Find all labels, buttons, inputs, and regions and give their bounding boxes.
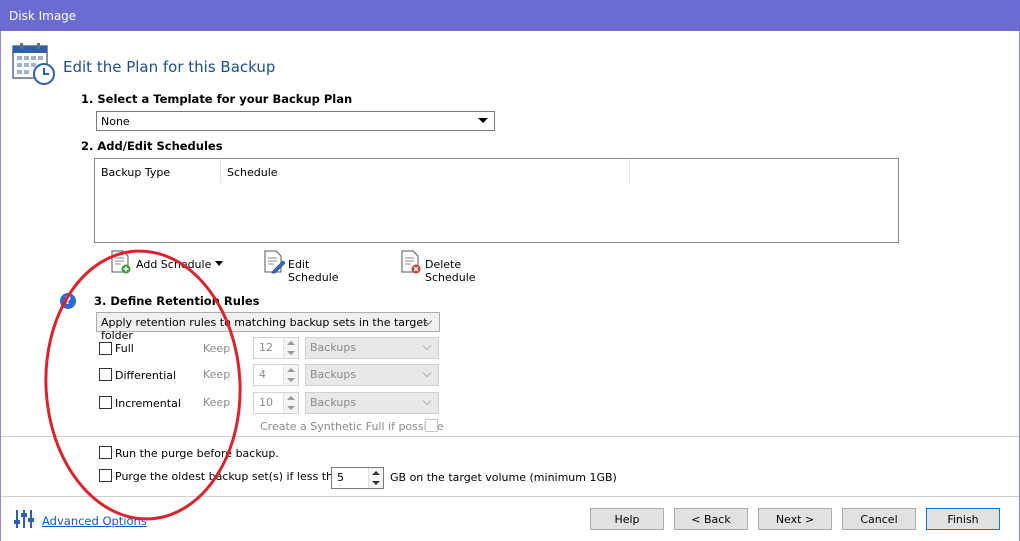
incremental-unit-dropdown[interactable]: Backups xyxy=(305,392,439,414)
cancel-button[interactable]: Cancel xyxy=(842,508,916,530)
schedules-list[interactable]: Backup Type Schedule xyxy=(94,158,899,243)
template-dropdown[interactable]: None xyxy=(96,111,495,131)
differential-keep-stepper[interactable]: 4 xyxy=(253,364,299,386)
differential-unit-selected: Backups xyxy=(310,368,357,381)
differential-keep-label: Keep xyxy=(203,368,231,381)
next-button[interactable]: Next > xyxy=(758,508,832,530)
retention-mode-dropdown[interactable]: Apply retention rules to matching backup… xyxy=(96,312,440,342)
sliders-icon xyxy=(14,510,34,528)
page-title: Edit the Plan for this Backup xyxy=(63,58,276,76)
edit-document-icon xyxy=(264,250,286,274)
add-schedule-label: Add Schedule xyxy=(136,258,212,271)
dropdown-arrow-icon xyxy=(478,118,488,123)
incremental-keep-value: 10 xyxy=(259,396,273,409)
purge-oldest-stepper[interactable]: 5 xyxy=(331,467,384,489)
incremental-checkbox[interactable] xyxy=(99,396,112,409)
edit-schedule-label: Edit Schedule xyxy=(288,258,339,284)
full-unit-selected: Backups xyxy=(310,341,357,354)
divider xyxy=(1,496,1019,497)
run-purge-before-checkbox[interactable] xyxy=(99,446,112,459)
add-document-icon xyxy=(111,250,131,274)
schedules-section-label: 2. Add/Edit Schedules xyxy=(81,139,223,153)
full-keep-stepper[interactable]: 12 xyxy=(253,337,299,359)
incremental-unit-selected: Backups xyxy=(310,396,357,409)
finish-button[interactable]: Finish xyxy=(926,508,1000,530)
retention-section-label: 3. Define Retention Rules xyxy=(94,294,260,308)
advanced-options-link[interactable]: Advanced Options xyxy=(42,514,147,528)
synthetic-full-checkbox[interactable] xyxy=(425,419,438,432)
chevron-down-icon xyxy=(422,396,432,406)
full-keep-label: Keep xyxy=(203,342,231,355)
up-arrow-icon[interactable] xyxy=(287,341,295,345)
full-label: Full xyxy=(115,342,134,355)
down-arrow-icon[interactable] xyxy=(287,351,295,355)
help-icon[interactable]: ? xyxy=(60,293,76,309)
back-button[interactable]: < Back xyxy=(674,508,748,530)
full-unit-dropdown[interactable]: Backups xyxy=(305,337,439,359)
run-purge-before-label: Run the purge before backup. xyxy=(115,447,279,460)
differential-label: Differential xyxy=(115,369,177,382)
full-keep-value: 12 xyxy=(259,341,273,354)
delete-schedule-label: Delete Schedule xyxy=(425,258,476,284)
purge-oldest-checkbox[interactable] xyxy=(99,469,112,482)
caret-down-icon[interactable] xyxy=(215,261,223,266)
differential-checkbox[interactable] xyxy=(99,368,112,381)
delete-schedule-button[interactable]: Delete Schedule xyxy=(399,250,509,284)
up-arrow-icon[interactable] xyxy=(372,471,380,475)
down-arrow-icon[interactable] xyxy=(372,481,380,485)
chevron-down-icon xyxy=(422,368,432,378)
down-arrow-icon[interactable] xyxy=(287,406,295,410)
up-arrow-icon[interactable] xyxy=(287,396,295,400)
window-title: Disk Image xyxy=(9,9,77,23)
purge-oldest-label: Purge the oldest backup set(s) if less t… xyxy=(115,470,347,483)
purge-oldest-value: 5 xyxy=(337,471,344,484)
column-header-backup-type[interactable]: Backup Type xyxy=(95,159,221,183)
dialog-body: Edit the Plan for this Backup 1. Select … xyxy=(0,31,1020,541)
title-bar: Disk Image xyxy=(0,0,1020,31)
help-button[interactable]: Help xyxy=(590,508,664,530)
full-checkbox[interactable] xyxy=(99,342,112,355)
template-section-label: 1. Select a Template for your Backup Pla… xyxy=(81,92,353,106)
incremental-label: Incremental xyxy=(115,397,181,410)
incremental-keep-stepper[interactable]: 10 xyxy=(253,392,299,414)
synthetic-full-label: Create a Synthetic Full if possible xyxy=(260,420,444,433)
down-arrow-icon[interactable] xyxy=(287,378,295,382)
differential-unit-dropdown[interactable]: Backups xyxy=(305,364,439,386)
chevron-down-icon xyxy=(422,341,432,351)
purge-oldest-suffix: GB on the target volume (minimum 1GB) xyxy=(390,471,617,484)
add-schedule-button[interactable]: Add Schedule xyxy=(109,250,229,274)
divider xyxy=(1,436,1019,437)
incremental-keep-label: Keep xyxy=(203,396,231,409)
differential-keep-value: 4 xyxy=(259,368,266,381)
template-selected: None xyxy=(101,115,130,128)
column-header-schedule[interactable]: Schedule xyxy=(221,159,630,183)
delete-document-icon xyxy=(401,250,421,274)
edit-schedule-button[interactable]: Edit Schedule xyxy=(262,250,362,284)
up-arrow-icon[interactable] xyxy=(287,368,295,372)
calendar-clock-icon xyxy=(12,43,55,85)
